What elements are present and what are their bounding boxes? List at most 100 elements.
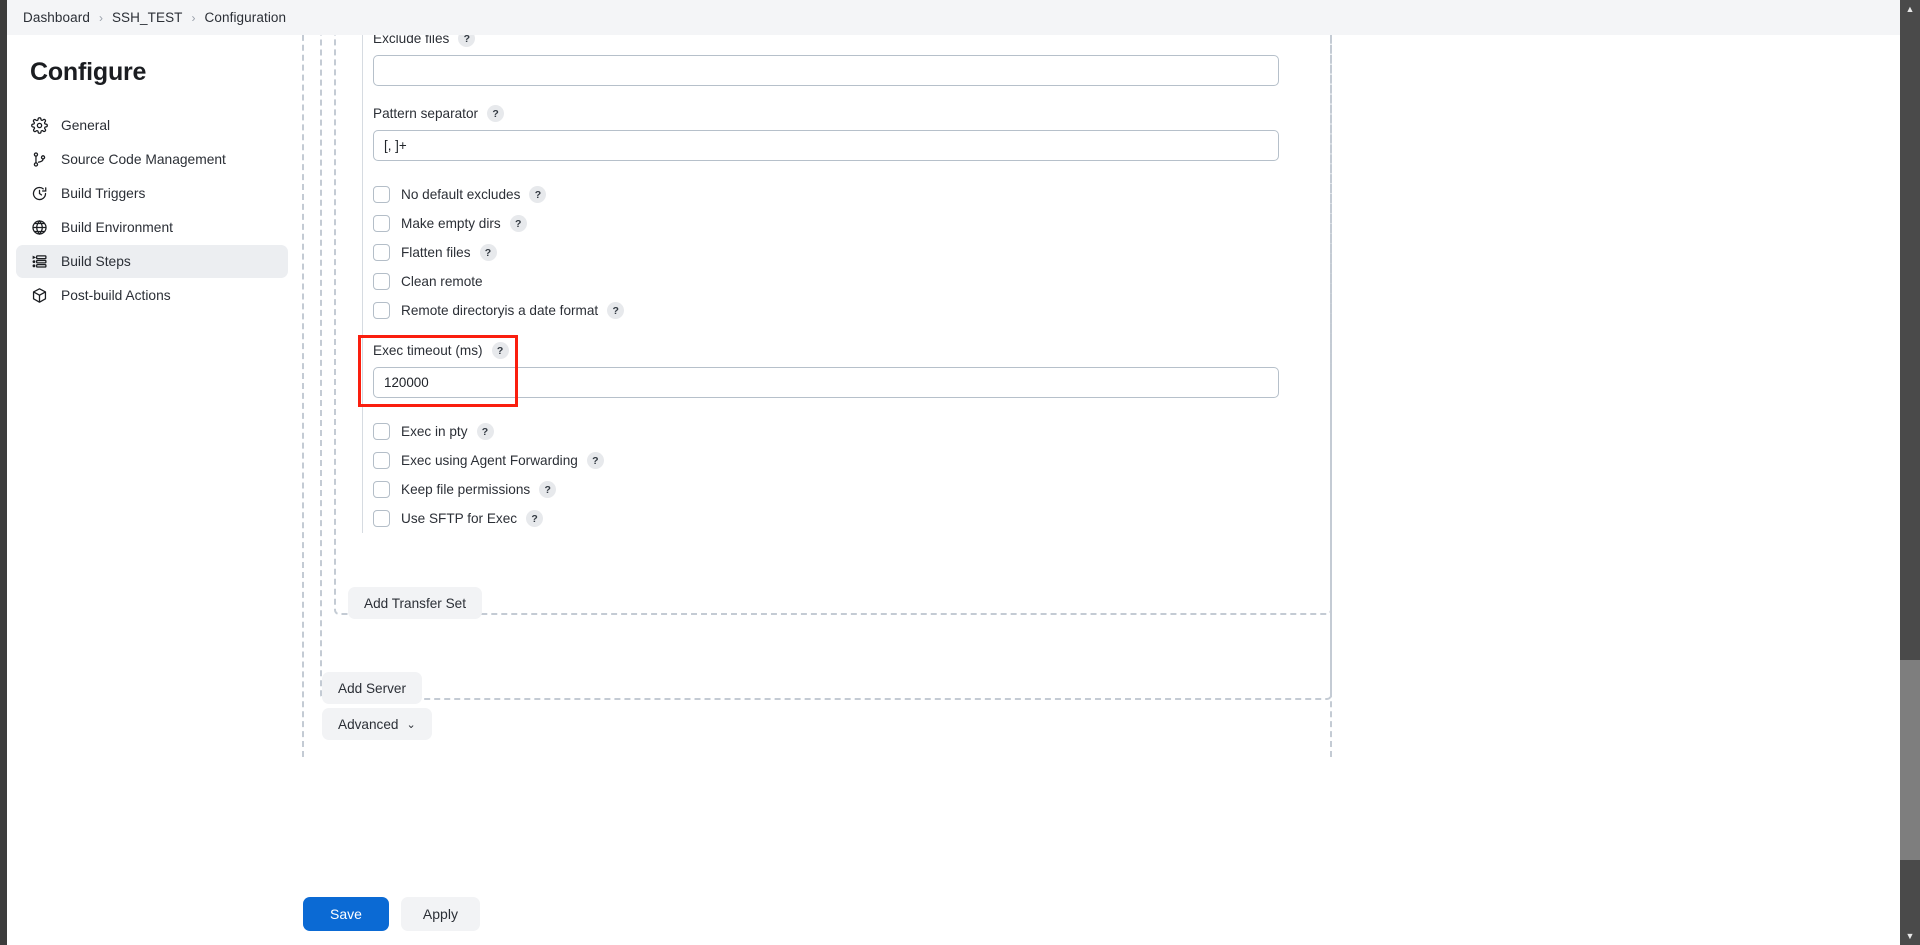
lower-checkbox-group: Exec in pty ? Exec using Agent Forwardin… — [373, 417, 1283, 533]
checkbox-label-row: Exec using Agent Forwarding ? — [401, 452, 604, 469]
checkbox-label: No default excludes — [401, 187, 521, 202]
checkbox-row-clean-remote[interactable]: Clean remote — [373, 267, 1283, 296]
help-icon[interactable]: ? — [509, 215, 527, 232]
git-branch-icon — [30, 151, 48, 169]
upper-checkbox-group: No default excludes ? Make empty dirs ? … — [373, 180, 1283, 325]
checkbox-label-row: Exec in pty ? — [401, 423, 494, 440]
sidebar-item-label: Source Code Management — [61, 152, 226, 167]
checkbox-label-row: Clean remote — [401, 274, 483, 289]
help-icon[interactable]: ? — [526, 510, 544, 527]
exec-timeout-label-row: Exec timeout (ms) ? — [373, 342, 1283, 359]
breadcrumb-separator-icon: › — [191, 10, 196, 25]
checkbox-label: Remote directoryis a date format — [401, 303, 599, 318]
field-group-rule — [362, 35, 363, 533]
checkbox-flatten-files[interactable] — [373, 244, 390, 261]
help-icon[interactable]: ? — [479, 244, 497, 261]
sidebar-item-source-code-management[interactable]: Source Code Management — [16, 143, 288, 176]
breadcrumb: Dashboard › SSH_TEST › Configuration — [7, 0, 1900, 35]
exec-timeout-field: Exec timeout (ms) ? — [373, 342, 1283, 398]
package-icon — [30, 287, 48, 305]
checkbox-row-flatten-files[interactable]: Flatten files ? — [373, 238, 1283, 267]
checkbox-label-row: No default excludes ? — [401, 186, 547, 203]
checkbox-label-row: Keep file permissions ? — [401, 481, 557, 498]
checkbox-label-row: Make empty dirs ? — [401, 215, 527, 232]
add-transfer-set-button[interactable]: Add Transfer Set — [348, 587, 483, 619]
advanced-button-label: Advanced — [338, 716, 399, 732]
help-icon[interactable]: ? — [586, 452, 604, 469]
checkbox-remote-directory-is-a-date-format[interactable] — [373, 302, 390, 319]
checkbox-exec-using-agent-forwarding[interactable] — [373, 452, 390, 469]
checkbox-row-exec-in-pty[interactable]: Exec in pty ? — [373, 417, 1283, 446]
pattern-separator-input[interactable] — [373, 130, 1279, 161]
form-action-bar: Save Apply — [7, 869, 1900, 945]
checkbox-exec-in-pty[interactable] — [373, 423, 390, 440]
add-server-button[interactable]: Add Server — [322, 672, 423, 704]
sidebar-item-label: Build Environment — [61, 220, 173, 235]
sidebar-item-build-triggers[interactable]: Build Triggers — [16, 177, 288, 210]
checkbox-label: Clean remote — [401, 274, 483, 289]
sidebar-item-build-environment[interactable]: Build Environment — [16, 211, 288, 244]
sidebar-item-label: Post-build Actions — [61, 288, 171, 303]
sidebar-item-post-build-actions[interactable]: Post-build Actions — [16, 279, 288, 312]
checkbox-row-make-empty-dirs[interactable]: Make empty dirs ? — [373, 209, 1283, 238]
checkbox-label: Flatten files — [401, 245, 471, 260]
breadcrumb-item-dashboard[interactable]: Dashboard — [23, 10, 90, 25]
checkbox-label: Exec in pty — [401, 424, 468, 439]
chevron-down-icon: ⌄ — [406, 718, 416, 731]
checkbox-row-remote-directory-is-a-date-format[interactable]: Remote directoryis a date format ? — [373, 296, 1283, 325]
scroll-up-arrow-icon[interactable]: ▲ — [1900, 0, 1920, 18]
apply-button[interactable]: Apply — [400, 897, 480, 931]
clock-arrow-icon — [30, 185, 48, 203]
list-icon — [30, 253, 48, 271]
exec-timeout-input[interactable] — [373, 367, 1279, 398]
checkbox-no-default-excludes[interactable] — [373, 186, 390, 203]
checkbox-row-exec-using-agent-forwarding[interactable]: Exec using Agent Forwarding ? — [373, 446, 1283, 475]
checkbox-label: Exec using Agent Forwarding — [401, 453, 578, 468]
checkbox-clean-remote[interactable] — [373, 273, 390, 290]
checkbox-label-row: Remote directoryis a date format ? — [401, 302, 625, 319]
help-icon[interactable]: ? — [529, 186, 547, 203]
app-root: Dashboard › SSH_TEST › Configuration Con… — [0, 0, 1920, 945]
save-button[interactable]: Save — [303, 897, 389, 931]
checkbox-label: Make empty dirs — [401, 216, 501, 231]
help-icon[interactable]: ? — [539, 481, 557, 498]
pattern-separator-label-row: Pattern separator ? — [373, 105, 1283, 122]
breadcrumb-separator-icon: › — [98, 10, 103, 25]
help-icon[interactable]: ? — [458, 35, 476, 47]
checkbox-row-no-default-excludes[interactable]: No default excludes ? — [373, 180, 1283, 209]
pattern-separator-field: Pattern separator ? — [373, 105, 1283, 161]
sidebar-item-label: Build Steps — [61, 254, 131, 269]
main-content: Exclude files ? Pattern separator ? No — [297, 35, 1900, 945]
breadcrumb-item-configuration[interactable]: Configuration — [205, 10, 287, 25]
checkbox-use-sftp-for-exec[interactable] — [373, 510, 390, 527]
checkbox-row-keep-file-permissions[interactable]: Keep file permissions ? — [373, 475, 1283, 504]
sidebar-nav: General Source Code Management Build Tri… — [7, 109, 297, 312]
left-rail — [0, 0, 7, 945]
help-icon[interactable]: ? — [487, 105, 505, 122]
checkbox-row-use-sftp-for-exec[interactable]: Use SFTP for Exec ? — [373, 504, 1283, 533]
pattern-separator-label: Pattern separator — [373, 106, 479, 121]
sidebar-item-label: Build Triggers — [61, 186, 146, 201]
checkbox-label-row: Use SFTP for Exec ? — [401, 510, 544, 527]
sidebar: Configure General Source Code Management… — [7, 35, 297, 945]
breadcrumb-item-job[interactable]: SSH_TEST — [112, 10, 183, 25]
sidebar-item-general[interactable]: General — [16, 109, 288, 142]
checkbox-keep-file-permissions[interactable] — [373, 481, 390, 498]
scrollbar-thumb[interactable] — [1900, 660, 1920, 860]
checkbox-make-empty-dirs[interactable] — [373, 215, 390, 232]
exclude-files-input[interactable] — [373, 55, 1279, 86]
transfer-set-form: Exclude files ? Pattern separator ? No — [373, 35, 1283, 533]
checkbox-label: Keep file permissions — [401, 482, 531, 497]
checkbox-label-row: Flatten files ? — [401, 244, 497, 261]
help-icon[interactable]: ? — [607, 302, 625, 319]
checkbox-label: Use SFTP for Exec — [401, 511, 518, 526]
help-icon[interactable]: ? — [491, 342, 509, 359]
scroll-down-arrow-icon[interactable]: ▼ — [1900, 927, 1920, 945]
exclude-files-label-row: Exclude files ? — [373, 35, 1283, 47]
help-icon[interactable]: ? — [476, 423, 494, 440]
advanced-button[interactable]: Advanced ⌄ — [322, 708, 432, 740]
sidebar-item-build-steps[interactable]: Build Steps — [16, 245, 288, 278]
exec-timeout-label: Exec timeout (ms) — [373, 343, 483, 358]
vertical-scrollbar[interactable]: ▲ ▼ — [1900, 0, 1920, 945]
exclude-files-field: Exclude files ? — [373, 35, 1283, 86]
